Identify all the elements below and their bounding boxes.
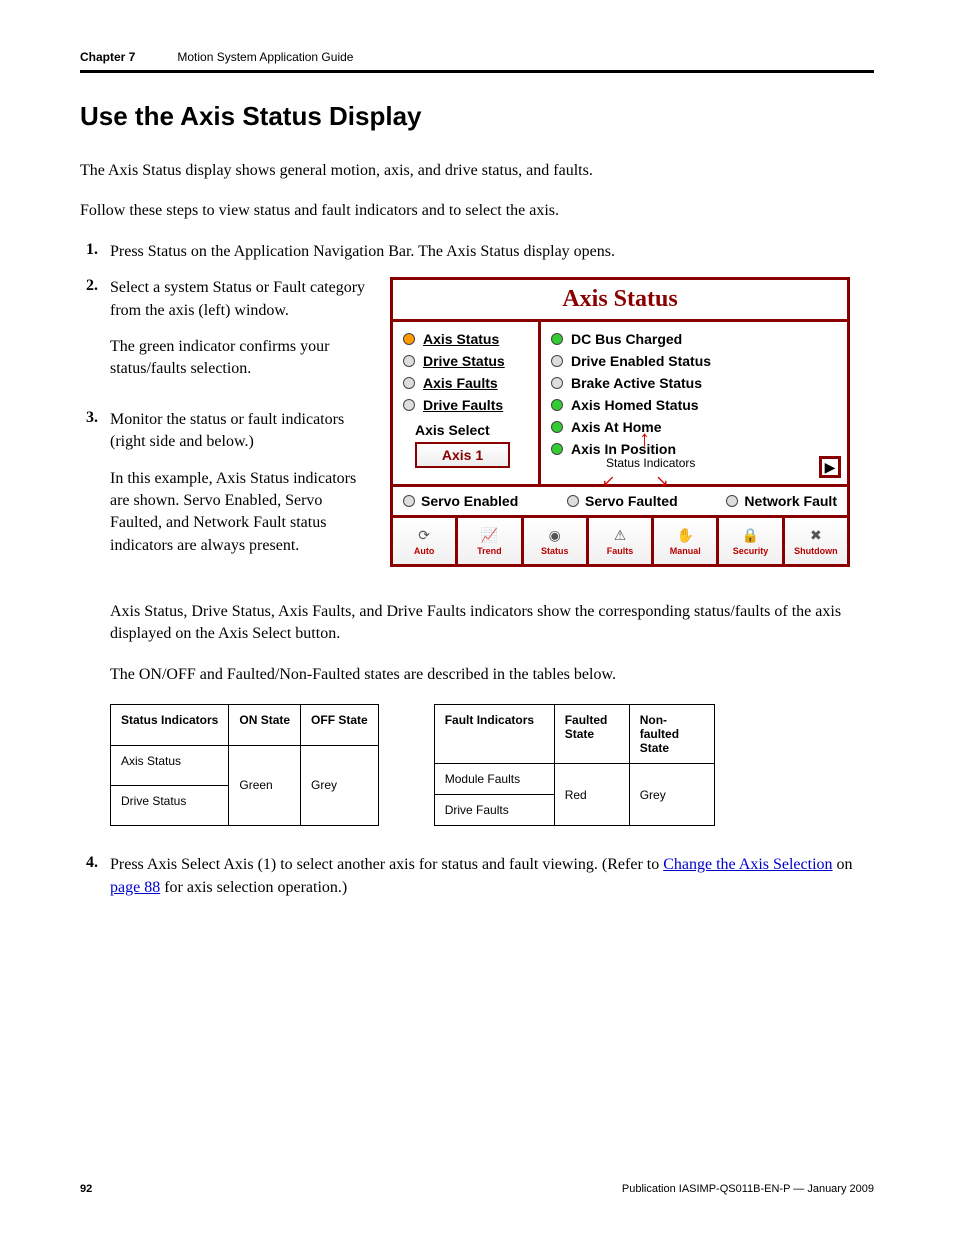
mid-p2: The ON/OFF and Faulted/Non-Faulted state… xyxy=(110,664,874,686)
drive-enabled-status: Drive Enabled Status xyxy=(541,350,847,372)
indicator-icon xyxy=(726,495,738,507)
table1-off: Grey xyxy=(301,745,379,826)
table2-r1c1: Module Faults xyxy=(434,764,554,795)
running-header: Chapter 7 Motion System Application Guid… xyxy=(80,50,874,73)
drive-faults-item[interactable]: Drive Faults xyxy=(393,394,538,416)
status-indicators-table: Status Indicators ON State OFF State Axi… xyxy=(110,704,379,826)
step-4-number: 4. xyxy=(80,854,98,899)
header-title: Motion System Application Guide xyxy=(177,50,353,64)
nav-trend[interactable]: 📈Trend xyxy=(458,518,523,564)
step-2-p2: The green indicator confirms your status… xyxy=(110,336,370,381)
next-page-button[interactable] xyxy=(819,456,841,478)
nav-auto[interactable]: ⟳Auto xyxy=(393,518,458,564)
axis-status-item[interactable]: Axis Status xyxy=(393,328,538,350)
page-title: Use the Axis Status Display xyxy=(80,101,874,132)
axis-status-panel: Axis Status Axis Status Drive Status Axi… xyxy=(390,277,850,567)
nav-security[interactable]: 🔒Security xyxy=(719,518,784,564)
table1-on: Green xyxy=(229,745,301,826)
servo-enabled: Servo Enabled xyxy=(403,493,518,509)
panel-left-column: Axis Status Drive Status Axis Faults Dri… xyxy=(393,322,541,484)
indicator-icon xyxy=(551,443,563,455)
step-3-p1: Monitor the status or fault indicators (… xyxy=(110,409,370,454)
steps-list: 1. Press Status on the Application Navig… xyxy=(80,241,874,571)
step-3-number: 3. xyxy=(80,409,98,571)
indicator-icon xyxy=(403,399,415,411)
auto-icon: ⟳ xyxy=(418,527,430,545)
step-4: 4. Press Axis Select Axis (1) to select … xyxy=(80,854,874,899)
publication-id: Publication IASIMP-QS011B-EN-P — January… xyxy=(622,1183,874,1195)
table2-h2: FaultedState xyxy=(554,705,629,764)
indicator-icon xyxy=(403,355,415,367)
nav-shutdown[interactable]: ✖Shutdown xyxy=(785,518,847,564)
status-icon: ◉ xyxy=(549,527,561,545)
trend-icon: 📈 xyxy=(481,527,498,545)
chapter-label: Chapter 7 xyxy=(80,50,135,64)
status-indicators-callout: Status Indicators xyxy=(606,456,695,470)
table1-r2c1: Drive Status xyxy=(111,785,229,825)
indicator-icon xyxy=(551,355,563,367)
page-88-link[interactable]: page 88 xyxy=(110,879,160,896)
indicator-icon xyxy=(403,495,415,507)
change-axis-selection-link[interactable]: Change the Axis Selection xyxy=(663,856,832,873)
fault-indicators-table: Fault Indicators FaultedState Non-faulte… xyxy=(434,704,715,826)
table2-faulted: Red xyxy=(554,764,629,826)
step-4-text: Press Axis Select Axis (1) to select ano… xyxy=(110,854,874,899)
security-icon: 🔒 xyxy=(742,527,759,545)
servo-row: ↙↘ Servo Enabled Servo Faulted Network F… xyxy=(393,487,847,518)
step-1-text: Press Status on the Application Navigati… xyxy=(110,241,874,263)
indicator-icon xyxy=(551,399,563,411)
panel-title: Axis Status xyxy=(393,280,847,322)
step-2-number: 2. xyxy=(80,277,98,395)
intro-paragraph-2: Follow these steps to view status and fa… xyxy=(80,200,874,222)
step-group-2-3: 2. Select a system Status or Fault categ… xyxy=(80,277,874,571)
indicator-icon xyxy=(551,377,563,389)
dc-bus-charged: DC Bus Charged xyxy=(541,328,847,350)
table1-r1c1: Axis Status xyxy=(111,745,229,785)
table1-h3: OFF State xyxy=(301,705,379,745)
table1-h1: Status Indicators xyxy=(111,705,229,745)
table2-h3: Non-faultedState xyxy=(629,705,714,764)
mid-p1: Axis Status, Drive Status, Axis Faults, … xyxy=(110,601,874,646)
table2-nonfaulted: Grey xyxy=(629,764,714,826)
arrow-icons: ↙↘ xyxy=(602,471,669,491)
faults-icon: ⚠ xyxy=(614,527,627,545)
step-1: 1. Press Status on the Application Navig… xyxy=(80,241,874,263)
nav-manual[interactable]: ✋Manual xyxy=(654,518,719,564)
tables-row: Status Indicators ON State OFF State Axi… xyxy=(110,704,874,826)
indicator-icon xyxy=(403,377,415,389)
shutdown-icon: ✖ xyxy=(810,527,822,545)
step-2-p1: Select a system Status or Fault category… xyxy=(110,277,370,322)
arrow-up-icon: ↑ xyxy=(639,428,650,450)
axis-faults-item[interactable]: Axis Faults xyxy=(393,372,538,394)
intro-paragraph-1: The Axis Status display shows general mo… xyxy=(80,160,874,182)
indicator-icon xyxy=(551,333,563,345)
step-3-p2: In this example, Axis Status indicators … xyxy=(110,468,370,558)
axis-homed-status: Axis Homed Status xyxy=(541,394,847,416)
step-1-number: 1. xyxy=(80,241,98,263)
table1-h2: ON State xyxy=(229,705,301,745)
panel-right-column: DC Bus Charged Drive Enabled Status Brak… xyxy=(541,322,847,484)
table2-r2c1: Drive Faults xyxy=(434,795,554,826)
page-footer: 92 Publication IASIMP-QS011B-EN-P — Janu… xyxy=(80,1183,874,1195)
nav-status[interactable]: ◉Status xyxy=(524,518,589,564)
indicator-icon xyxy=(567,495,579,507)
steps-continued: 4. Press Axis Select Axis (1) to select … xyxy=(80,854,874,899)
servo-faulted: Servo Faulted xyxy=(567,493,678,509)
axis-select-label: Axis Select xyxy=(393,416,538,442)
table2-h1: Fault Indicators xyxy=(434,705,554,764)
indicator-icon xyxy=(403,333,415,345)
axis-select-button[interactable]: Axis 1 xyxy=(415,442,510,468)
app-navigation-bar: ⟳Auto 📈Trend ◉Status ⚠Faults ✋Manual 🔒Se… xyxy=(393,518,847,564)
indicator-icon xyxy=(551,421,563,433)
network-fault: Network Fault xyxy=(726,493,837,509)
drive-status-item[interactable]: Drive Status xyxy=(393,350,538,372)
mid-text: Axis Status, Drive Status, Axis Faults, … xyxy=(110,601,874,686)
nav-faults[interactable]: ⚠Faults xyxy=(589,518,654,564)
axis-at-home: Axis At Home xyxy=(541,416,847,438)
brake-active-status: Brake Active Status xyxy=(541,372,847,394)
manual-icon: ✋ xyxy=(677,527,694,545)
page-number: 92 xyxy=(80,1183,92,1195)
